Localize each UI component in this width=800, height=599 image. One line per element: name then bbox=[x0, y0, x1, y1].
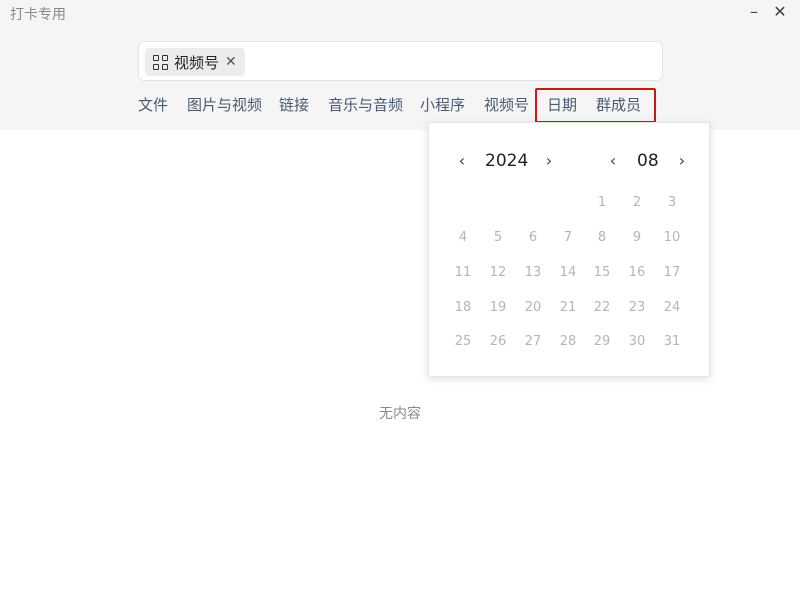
tab-images-videos[interactable]: 图片与视频 bbox=[187, 94, 262, 115]
calendar-day[interactable]: 31 bbox=[657, 334, 687, 349]
calendar-day[interactable]: 28 bbox=[553, 334, 583, 349]
empty-state-text: 无内容 bbox=[379, 406, 421, 422]
calendar-day[interactable]: 23 bbox=[622, 300, 652, 315]
calendar-day[interactable]: 16 bbox=[622, 265, 652, 280]
calendar-day[interactable]: 25 bbox=[448, 334, 478, 349]
tab-mini-programs[interactable]: 小程序 bbox=[420, 94, 465, 115]
calendar-day[interactable]: 8 bbox=[587, 230, 617, 245]
header-bar: 打卡专用 – ✕ 视频号 ✕ 文件 图片与视频 链接 音乐与音频 小程序 视频号… bbox=[0, 0, 800, 130]
calendar-day[interactable]: 27 bbox=[518, 334, 548, 349]
calendar-day[interactable]: 5 bbox=[483, 230, 513, 245]
grid-icon bbox=[153, 54, 168, 70]
calendar-day[interactable]: 17 bbox=[657, 265, 687, 280]
calendar-day[interactable]: 10 bbox=[657, 230, 687, 245]
calendar-day[interactable]: 2 bbox=[622, 195, 652, 210]
prev-month-button[interactable]: ‹ bbox=[605, 151, 621, 170]
window-title: 打卡专用 bbox=[10, 7, 66, 23]
calendar-day[interactable]: 14 bbox=[553, 265, 583, 280]
calendar-day[interactable]: 1 bbox=[587, 195, 617, 210]
category-tabs: 文件 图片与视频 链接 音乐与音频 小程序 视频号 日期 群成员 bbox=[0, 94, 800, 120]
calendar-day[interactable]: 18 bbox=[448, 300, 478, 315]
tab-video-account[interactable]: 视频号 bbox=[484, 94, 529, 115]
calendar-day[interactable]: 19 bbox=[483, 300, 513, 315]
search-input[interactable]: 视频号 ✕ bbox=[138, 41, 663, 81]
calendar-day[interactable]: 29 bbox=[587, 334, 617, 349]
tab-music-audio[interactable]: 音乐与音频 bbox=[328, 94, 403, 115]
calendar-day[interactable]: 30 bbox=[622, 334, 652, 349]
close-window-button[interactable]: ✕ bbox=[766, 0, 794, 22]
calendar-year: 2024 bbox=[485, 151, 529, 171]
calendar-day[interactable]: 22 bbox=[587, 300, 617, 315]
date-picker-popup: ‹ 2024 › ‹ 08 › 1 2 3 4 5 6 7 8 9 10 11 12 13 14 15 16 1… bbox=[428, 122, 710, 377]
next-month-button[interactable]: › bbox=[674, 151, 690, 170]
tab-links[interactable]: 链接 bbox=[279, 94, 309, 115]
prev-year-button[interactable]: ‹ bbox=[454, 151, 470, 170]
calendar-day[interactable]: 15 bbox=[587, 265, 617, 280]
calendar-day[interactable]: 24 bbox=[657, 300, 687, 315]
filter-chip-video-account[interactable]: 视频号 ✕ bbox=[145, 48, 245, 76]
calendar-day[interactable]: 21 bbox=[553, 300, 583, 315]
calendar-day[interactable]: 7 bbox=[553, 230, 583, 245]
calendar-day[interactable]: 26 bbox=[483, 334, 513, 349]
calendar-month: 08 bbox=[637, 151, 659, 171]
calendar-day[interactable]: 12 bbox=[483, 265, 513, 280]
calendar-day[interactable]: 11 bbox=[448, 265, 478, 280]
minimize-button[interactable]: – bbox=[740, 0, 768, 22]
filter-chip-label: 视频号 bbox=[174, 53, 220, 72]
calendar-day[interactable]: 20 bbox=[518, 300, 548, 315]
tab-files[interactable]: 文件 bbox=[138, 94, 168, 115]
calendar-day[interactable]: 13 bbox=[518, 265, 548, 280]
close-icon[interactable]: ✕ bbox=[225, 55, 237, 69]
calendar-day[interactable]: 3 bbox=[657, 195, 687, 210]
next-year-button[interactable]: › bbox=[541, 151, 557, 170]
calendar-day[interactable]: 9 bbox=[622, 230, 652, 245]
calendar-day[interactable]: 6 bbox=[518, 230, 548, 245]
calendar-day[interactable]: 4 bbox=[448, 230, 478, 245]
highlight-box bbox=[535, 88, 656, 123]
